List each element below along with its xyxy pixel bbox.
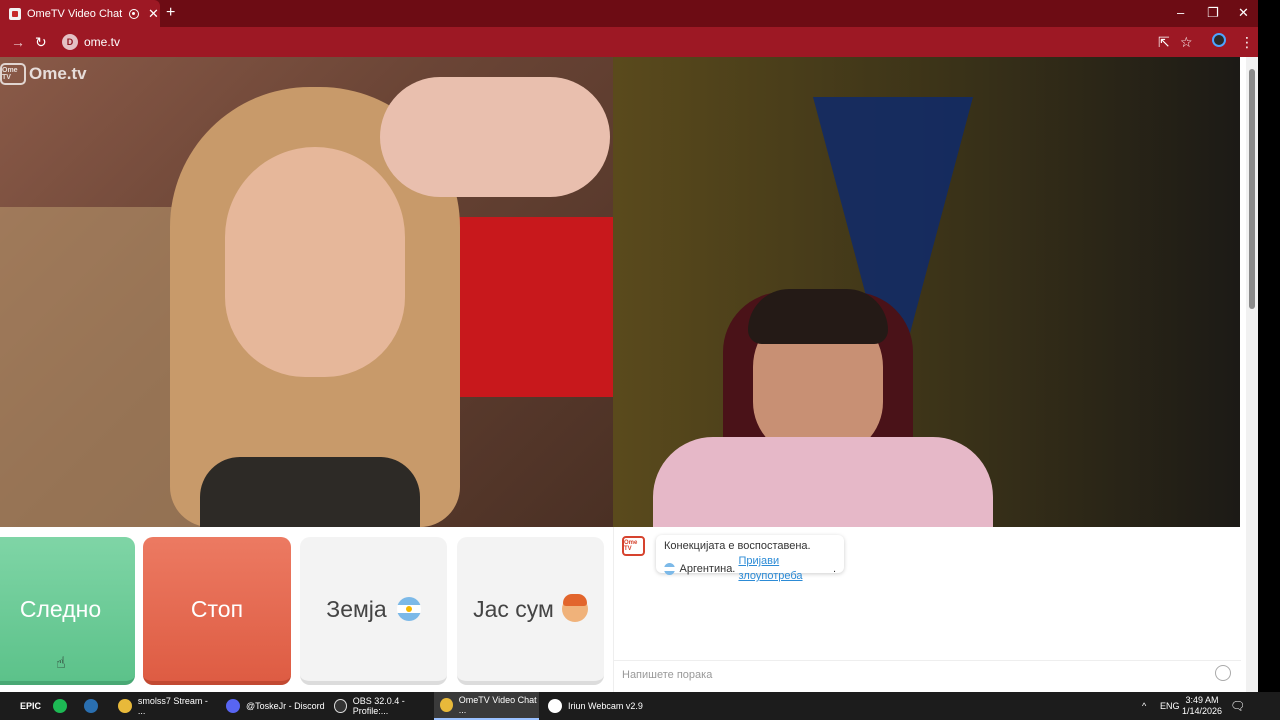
webcam-icon xyxy=(548,699,562,713)
tab-close-icon[interactable]: ✕ xyxy=(148,6,159,22)
language-indicator[interactable]: ENG xyxy=(1160,692,1180,720)
youtube-favicon-icon xyxy=(9,7,21,20)
windows-taskbar: EPIC smolss7 Stream - ... @ToskeJr - Dis… xyxy=(0,692,1280,720)
clock-date: 1/14/2026 xyxy=(1181,706,1223,716)
address-bar[interactable]: D ome.tv xyxy=(56,30,1146,54)
control-panel: Следно Стоп Земја Јас сум ☝ xyxy=(0,527,613,692)
ometv-logo: Ome TV Ome.tv xyxy=(0,63,87,85)
tray-chevron-icon[interactable]: ^ xyxy=(1142,692,1146,720)
partner-video: Ome TV Ome.tv xyxy=(0,57,613,527)
taskbar-app-chrome-stream[interactable]: smolss7 Stream - ... xyxy=(112,692,217,720)
taskbar-app-iriun[interactable]: Iriun Webcam v2.9 xyxy=(542,692,647,720)
minimize-button[interactable]: – xyxy=(1177,5,1184,20)
stop-button[interactable]: Стоп xyxy=(143,537,291,685)
next-button[interactable]: Следно xyxy=(0,537,135,685)
tab-strip: OmeTV Video Chat — Ome ✕ + – ❐ ✕ xyxy=(0,0,1258,27)
install-app-icon[interactable]: ⇱ xyxy=(1158,34,1170,51)
argentina-flag-icon xyxy=(664,563,675,575)
epic-games-icon[interactable]: EPIC xyxy=(20,692,41,720)
notifications-icon[interactable]: 🗨 xyxy=(1230,692,1245,720)
taskbar-app-ometv[interactable]: OmeTV Video Chat ... xyxy=(434,692,539,720)
obs-icon xyxy=(334,699,347,713)
self-video xyxy=(613,57,1240,527)
tv-logo-icon: Ome TV xyxy=(0,63,26,85)
chrome-icon xyxy=(118,699,132,713)
taskbar-app-obs[interactable]: OBS 32.0.4 - Profile:... xyxy=(328,692,433,720)
restore-button[interactable]: ❐ xyxy=(1207,5,1219,21)
url-text[interactable]: ome.tv xyxy=(84,35,120,49)
emoji-picker-icon[interactable] xyxy=(1215,665,1231,681)
taskbar-app-discord[interactable]: @ToskeJr - Discord xyxy=(220,692,325,720)
mouse-cursor-icon: ☝ xyxy=(56,655,66,672)
new-tab-button[interactable]: + xyxy=(166,4,175,22)
bookmark-star-icon[interactable]: ☆ xyxy=(1180,34,1193,51)
discord-icon xyxy=(226,699,240,713)
menu-kebab-icon[interactable]: ⋮ xyxy=(1240,34,1254,51)
gender-label: Јас сум xyxy=(473,595,554,622)
scroll-thumb[interactable] xyxy=(1249,69,1255,309)
ometv-page: Ome TV Ome.tv Следно Стоп Земја Јас сум … xyxy=(0,57,1246,692)
forward-icon[interactable]: → xyxy=(11,34,25,50)
close-window-button[interactable]: ✕ xyxy=(1238,5,1249,21)
ometv-system-icon: Ome TV xyxy=(622,536,645,556)
message-input[interactable]: Напишете порака xyxy=(614,660,1241,688)
steam-icon[interactable] xyxy=(84,692,104,720)
message-placeholder: Напишете порака xyxy=(622,668,713,681)
site-info-icon[interactable]: D xyxy=(62,34,78,50)
argentina-flag-icon xyxy=(396,597,421,621)
tab-title: OmeTV Video Chat — Ome xyxy=(27,7,125,20)
recording-icon xyxy=(129,8,139,19)
stop-label: Стоп xyxy=(190,595,244,622)
logo-text: Ome.tv xyxy=(29,64,87,83)
chat-panel: Ome TV Конекцијата е воспоставена. Арген… xyxy=(613,527,1241,692)
profile-avatar[interactable] xyxy=(1212,33,1226,47)
system-message: Конекцијата е воспоставена. Аргентина. П… xyxy=(656,535,844,582)
tab-ometv[interactable]: OmeTV Video Chat — Ome ✕ xyxy=(0,0,160,27)
page-scrollbar[interactable] xyxy=(1246,57,1258,692)
chrome-icon xyxy=(440,698,453,712)
country-button[interactable]: Земја xyxy=(300,537,447,685)
clock[interactable]: 3:49 AM 1/14/2026 xyxy=(1178,695,1226,717)
browser-toolbar: → ↻ D ome.tv ⇱ ☆ ⋮ xyxy=(0,27,1258,57)
gender-button[interactable]: Јас сум xyxy=(457,537,604,685)
next-label: Следно xyxy=(19,595,102,622)
country-text: Аргентина. xyxy=(679,562,736,575)
report-abuse-link[interactable]: Пријави злоупотреба xyxy=(738,554,833,584)
reload-icon[interactable]: ↻ xyxy=(35,34,47,51)
boy-emoji-icon xyxy=(561,594,588,622)
country-label: Земја xyxy=(326,595,387,622)
connection-message: Конекцијата е воспоставена. xyxy=(664,540,811,552)
spotify-icon[interactable] xyxy=(53,692,73,720)
clock-time: 3:49 AM xyxy=(1185,695,1219,705)
